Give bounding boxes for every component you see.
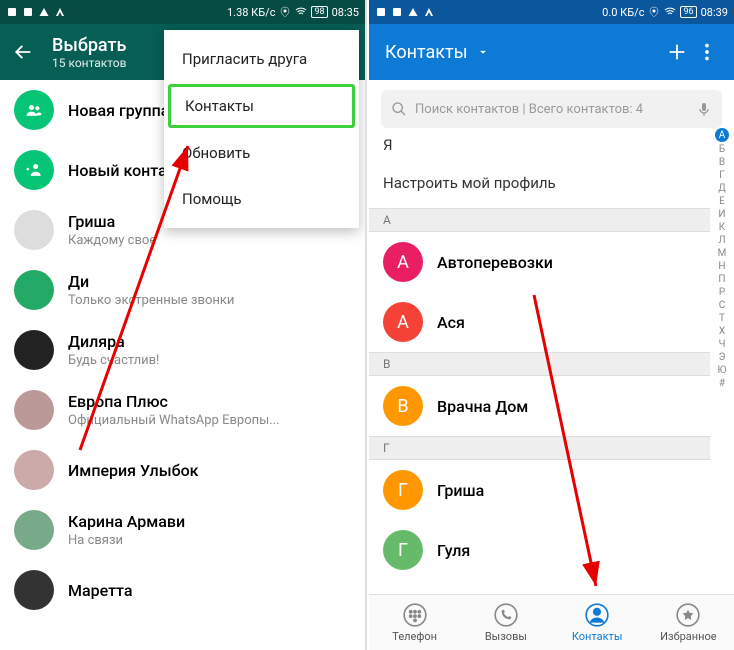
avatar (14, 390, 54, 430)
contact-row[interactable]: А Автоперевозки (369, 232, 710, 292)
back-icon[interactable] (12, 41, 34, 63)
more-icon[interactable] (696, 41, 718, 63)
list-item[interactable]: Карина Армави На связи (0, 500, 365, 560)
page-title: Выбрать (52, 35, 127, 56)
alpha-letter[interactable]: Л (718, 235, 725, 246)
contacts-header: Контакты (369, 24, 734, 80)
self-section-label: Я (369, 128, 710, 158)
network-speed: 1.38 КБ/с (227, 6, 275, 19)
configure-profile-row[interactable]: Настроить мой профиль (369, 158, 710, 208)
alpha-letter[interactable]: Д (718, 183, 726, 194)
contact-name: Новая группа (68, 101, 169, 120)
battery-level: 96 (680, 6, 696, 18)
alpha-letter[interactable]: К (719, 222, 725, 233)
avatar (14, 450, 54, 490)
avatar (14, 90, 54, 130)
nav-favorites[interactable]: Избранное (643, 595, 734, 650)
contact-name: Карина Армави (68, 512, 185, 531)
alpha-letter[interactable]: Б (719, 144, 725, 155)
handset-icon (493, 602, 519, 628)
section-header: А (369, 208, 710, 232)
search-icon (391, 101, 407, 117)
contact-name: Гуля (437, 541, 470, 560)
contact-name: Маретта (68, 581, 133, 600)
alpha-letter[interactable]: И (718, 209, 725, 220)
search-placeholder: Поиск контактов | Всего контактов: 4 (415, 102, 643, 117)
alpha-letter[interactable]: Р (719, 287, 725, 298)
clock: 08:39 (701, 6, 728, 19)
alpha-letter[interactable]: Г (719, 170, 725, 181)
contact-name: Ася (437, 313, 465, 332)
contacts-app-screen: 0.0 КБ/с 96 08:39 Контакты Поиск контакт… (369, 0, 734, 650)
annotation-arrow-right (524, 290, 614, 604)
alpha-letter[interactable]: М (718, 248, 727, 259)
avatar (14, 150, 54, 190)
avatar: Г (383, 470, 423, 510)
dialpad-icon (402, 602, 428, 628)
menu-item[interactable]: Пригласить друга (164, 36, 359, 82)
alpha-letter[interactable]: Э (719, 352, 726, 363)
avatar (14, 510, 54, 550)
avatar: Г (383, 530, 423, 570)
alpha-letter[interactable]: А (715, 128, 729, 142)
search-input[interactable]: Поиск контактов | Всего контактов: 4 (381, 90, 722, 128)
contact-name: Врачна Дом (437, 397, 528, 416)
list-item[interactable]: Маретта (0, 560, 365, 620)
alpha-letter[interactable]: Х (719, 326, 725, 337)
alpha-letter[interactable]: В (719, 157, 725, 168)
avatar: В (383, 386, 423, 426)
alpha-letter[interactable]: С (719, 300, 726, 311)
alpha-letter[interactable]: Е (719, 196, 725, 207)
wifi-icon (295, 6, 307, 18)
contact-status: На связи (68, 533, 185, 548)
location-icon (279, 6, 291, 18)
page-subtitle: 15 контактов (52, 56, 127, 70)
avatar (14, 270, 54, 310)
whatsapp-screen: 1.38 КБ/с 98 08:35 Выбрать 15 контактов … (0, 0, 367, 650)
menu-item[interactable]: Контакты (168, 84, 355, 128)
avatar: А (383, 302, 423, 342)
status-bar: 1.38 КБ/с 98 08:35 (0, 0, 365, 24)
add-contact-icon[interactable] (666, 41, 688, 63)
status-bar: 0.0 КБ/с 96 08:39 (369, 0, 734, 24)
battery-level: 98 (311, 6, 327, 18)
avatar (14, 330, 54, 370)
alpha-letter[interactable]: Н (718, 261, 725, 272)
chevron-down-icon[interactable] (476, 45, 490, 59)
annotation-arrow-left (60, 140, 210, 464)
alpha-letter[interactable]: # (719, 378, 725, 389)
avatar (14, 210, 54, 250)
person-icon (584, 602, 610, 628)
alpha-letter[interactable]: П (718, 274, 725, 285)
star-icon (675, 602, 701, 628)
avatar: А (383, 242, 423, 282)
avatar (14, 570, 54, 610)
alpha-letter[interactable]: Ю (718, 365, 727, 376)
clock: 08:35 (332, 6, 359, 19)
network-speed: 0.0 КБ/с (602, 6, 644, 19)
alpha-letter[interactable]: Т (719, 313, 725, 324)
alpha-index[interactable]: АБВГДЕИКЛМНПРСТХЧЭЮ # (712, 128, 732, 592)
contact-name: Автоперевозки (437, 253, 553, 272)
location-icon (648, 6, 660, 18)
nav-phone[interactable]: Телефон (369, 595, 460, 650)
alpha-letter[interactable]: Ч (719, 339, 726, 350)
wifi-icon (664, 6, 676, 18)
mic-icon[interactable] (696, 101, 712, 117)
contact-name: Гриша (437, 481, 484, 500)
header-title[interactable]: Контакты (385, 42, 468, 63)
